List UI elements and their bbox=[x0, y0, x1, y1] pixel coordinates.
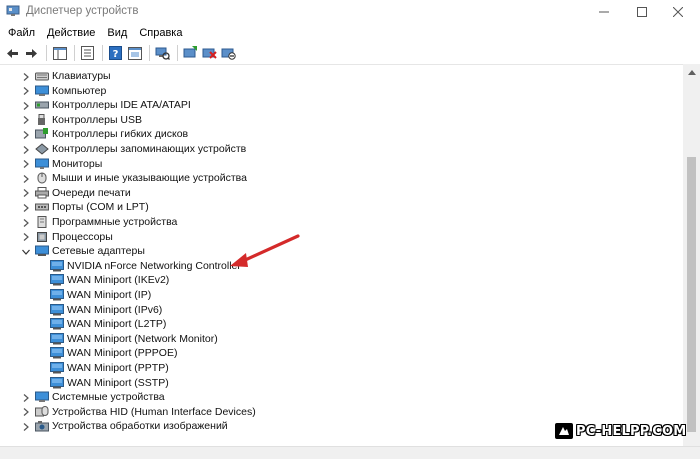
toolbar-separator bbox=[149, 45, 150, 61]
show-hide-tree-icon bbox=[52, 46, 67, 60]
toolbar-separator bbox=[177, 45, 178, 61]
menu-bar: Файл Действие Вид Справка bbox=[0, 24, 700, 42]
show-hide-tree-button[interactable] bbox=[51, 45, 68, 62]
help-button[interactable]: ? bbox=[107, 45, 124, 62]
back-arrow-icon bbox=[7, 48, 18, 58]
annotation-arrow bbox=[230, 234, 300, 267]
menu-view[interactable]: Вид bbox=[101, 24, 133, 42]
toolbar-separator bbox=[74, 45, 75, 61]
minimize-icon bbox=[599, 11, 609, 13]
maximize-icon bbox=[637, 7, 647, 17]
toolbar-separator bbox=[46, 45, 47, 61]
scan-hardware-button[interactable] bbox=[154, 45, 171, 62]
device-tree: Клавиатуры Компьютер Контроллеры IDE ATA/A… bbox=[0, 64, 700, 459]
close-icon bbox=[673, 7, 683, 17]
update-driver-button[interactable] bbox=[182, 45, 199, 62]
watermark-text: PC-HELPP.COM bbox=[576, 423, 687, 439]
update-driver-icon bbox=[183, 46, 197, 58]
device-manager-icon bbox=[6, 5, 20, 16]
disable-device-button[interactable] bbox=[220, 45, 237, 62]
vertical-scrollbar[interactable] bbox=[683, 64, 700, 446]
chevron-up-icon bbox=[687, 70, 696, 75]
disable-device-icon bbox=[221, 48, 236, 60]
toolbar: ? bbox=[0, 42, 700, 64]
window-title: Диспетчер устройств bbox=[26, 5, 139, 17]
close-button[interactable] bbox=[655, 0, 700, 24]
watermark: PC-HELPP.COM bbox=[555, 422, 686, 440]
forward-button[interactable] bbox=[23, 45, 40, 62]
forward-arrow-icon bbox=[26, 48, 37, 58]
properties-icon bbox=[81, 46, 94, 60]
scroll-thumb[interactable] bbox=[687, 157, 696, 432]
show-devices-button[interactable] bbox=[126, 45, 143, 62]
menu-help[interactable]: Справка bbox=[133, 24, 188, 42]
menu-file[interactable]: Файл bbox=[2, 24, 41, 42]
uninstall-device-button[interactable] bbox=[201, 45, 218, 62]
menu-action[interactable]: Действие bbox=[41, 24, 101, 42]
back-button[interactable] bbox=[4, 45, 21, 62]
svg-text:?: ? bbox=[113, 49, 119, 60]
show-devices-icon bbox=[127, 46, 142, 60]
help-icon: ? bbox=[109, 46, 122, 60]
scan-hardware-icon bbox=[155, 47, 170, 60]
status-bar bbox=[0, 446, 700, 459]
scroll-up-button[interactable] bbox=[683, 64, 700, 81]
toolbar-separator bbox=[102, 45, 103, 61]
uninstall-device-icon bbox=[202, 48, 217, 59]
watermark-logo-icon bbox=[555, 423, 573, 439]
properties-button[interactable] bbox=[79, 45, 96, 62]
title-bar: Диспетчер устройств bbox=[0, 0, 700, 24]
